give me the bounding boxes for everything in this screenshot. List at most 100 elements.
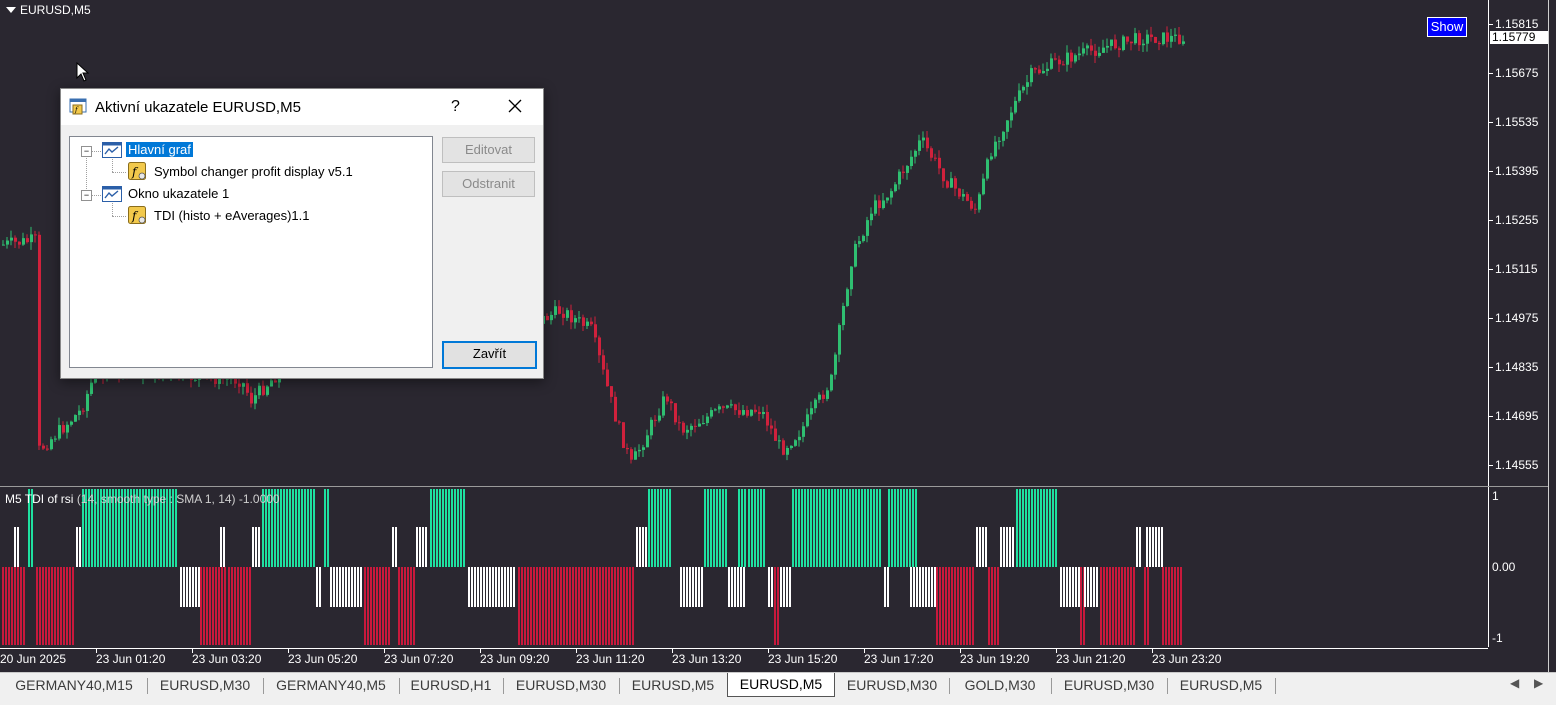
histogram-bar [879, 489, 881, 567]
histogram-bar [572, 567, 574, 645]
candle-body [38, 234, 41, 446]
histogram-bar [513, 567, 515, 607]
tab-separator [1167, 678, 1168, 694]
histogram-bar [997, 567, 999, 645]
chart-tab[interactable]: EURUSD,H1 [402, 674, 500, 696]
tab-scroll-left-icon[interactable]: ◀ [1510, 676, 1519, 690]
histogram-bar [743, 567, 745, 607]
price-tick [1489, 318, 1493, 319]
candle-body [1102, 47, 1105, 53]
collapse-toggle[interactable]: − [81, 146, 92, 157]
histogram-bar [798, 489, 800, 567]
collapse-toggle[interactable]: − [81, 190, 92, 201]
chart-tab[interactable]: GERMANY40,M15 [6, 674, 142, 696]
histogram-bar [8, 567, 10, 645]
tree-line [112, 216, 126, 217]
candle-body [274, 380, 277, 383]
chart-tab[interactable]: EURUSD,M30 [838, 674, 946, 696]
candle-body [626, 447, 629, 450]
current-price-label: 1.15779 [1490, 31, 1548, 44]
histogram-bar [754, 489, 756, 567]
chart-tab-bar[interactable]: GERMANY40,M15 EURUSD,M30 GERMANY40,M5 EU… [0, 672, 1556, 705]
price-tick [1489, 73, 1493, 74]
indicator-function-icon: f [128, 206, 146, 224]
price-label: 1.14695 [1495, 409, 1539, 423]
show-button[interactable]: Show [1427, 17, 1467, 37]
tree-item-indicator[interactable]: TDI (histo + eAverages)1.1 [154, 208, 309, 223]
candle-body [1106, 45, 1109, 48]
price-axis[interactable]: 1.15815 1.15675 1.15535 1.15395 1.15255 … [1488, 0, 1556, 486]
candle-body [738, 410, 741, 415]
chart-tab[interactable]: GOLD,M30 [952, 674, 1048, 696]
candle-body [1034, 68, 1037, 70]
remove-button[interactable]: Odstranit [442, 171, 535, 197]
histogram-bar [900, 489, 902, 567]
help-button[interactable]: ? [451, 98, 460, 116]
chart-tab[interactable]: EURUSD,M30 [506, 674, 616, 696]
histogram-bar [976, 527, 978, 567]
tree-item-indicator[interactable]: Symbol changer profit display v5.1 [154, 164, 353, 179]
tab-separator [1051, 678, 1052, 694]
histogram-bar [460, 489, 462, 567]
tab-scroll-right-icon[interactable]: ▶ [1534, 676, 1543, 690]
candle-body [634, 451, 637, 460]
histogram-bar [969, 567, 971, 645]
candle-body [238, 383, 241, 387]
histogram-bar [419, 527, 421, 567]
close-button[interactable]: Zavřít [442, 341, 537, 369]
time-label: 23 Jun 07:20 [384, 652, 454, 666]
histogram-bar [189, 567, 191, 607]
histogram-bar [916, 567, 918, 607]
candle-body [1018, 90, 1021, 101]
histogram-bar [1090, 567, 1092, 607]
chart-right-border [1548, 0, 1556, 672]
candle-body [694, 425, 697, 427]
candle-body [614, 396, 617, 422]
chart-tab-active[interactable]: EURUSD,M5 [727, 673, 835, 697]
histogram-bar [333, 567, 335, 607]
histogram-bar [66, 567, 68, 645]
histogram-bar [367, 567, 369, 645]
histogram-bar [1093, 567, 1095, 607]
candle-body [1082, 48, 1085, 54]
edit-button[interactable]: Editovat [442, 137, 535, 163]
histogram-bar [707, 489, 709, 567]
candle-body [6, 240, 9, 245]
chart-tab[interactable]: GERMANY40,M5 [266, 674, 396, 696]
histogram-bar [385, 567, 387, 645]
chart-tab[interactable]: EURUSD,M5 [622, 674, 724, 696]
histogram-bar [224, 567, 226, 645]
histogram-bar [319, 567, 321, 607]
candle-body [1166, 32, 1169, 42]
chart-tab[interactable]: EURUSD,M30 [150, 674, 260, 696]
indicator-histogram[interactable] [0, 487, 1488, 647]
histogram-bar [1016, 489, 1018, 567]
histogram-bar [342, 567, 344, 607]
histogram-bar [445, 489, 447, 567]
histogram-bar [689, 567, 691, 607]
histogram-bar [45, 567, 47, 645]
candle-body [1182, 41, 1185, 44]
histogram-bar [468, 567, 470, 607]
active-indicators-dialog[interactable]: f Aktivní ukazatele EURUSD,M5 ? − Hlavní… [60, 88, 544, 379]
close-icon[interactable] [501, 93, 529, 119]
candle-body [658, 415, 661, 421]
histogram-bar [744, 489, 746, 567]
dialog-titlebar[interactable]: f Aktivní ukazatele EURUSD,M5 ? [61, 89, 543, 125]
tree-item-indicator-window[interactable]: Okno ukazatele 1 [128, 186, 229, 201]
histogram-bar [763, 489, 765, 567]
time-label: 23 Jun 13:20 [672, 652, 742, 666]
tab-separator [147, 678, 148, 694]
candle-body [1118, 48, 1121, 50]
chart-tab[interactable]: EURUSD,M30 [1054, 674, 1164, 696]
time-label: 23 Jun 05:20 [288, 652, 358, 666]
candle-body [838, 325, 841, 355]
chart-tab[interactable]: EURUSD,M5 [1170, 674, 1272, 696]
indicator-axis[interactable]: 1 0.00 -1 [1488, 487, 1556, 647]
histogram-bar [422, 527, 424, 567]
tree-item-main-chart[interactable]: Hlavní graf [126, 142, 193, 157]
histogram-bar [283, 489, 285, 567]
time-axis[interactable]: 20 Jun 2025 23 Jun 01:20 23 Jun 03:20 23… [0, 648, 1488, 671]
histogram-bar [884, 567, 886, 607]
indicators-tree[interactable]: − Hlavní graf f Symbol changer profit di… [69, 136, 433, 368]
